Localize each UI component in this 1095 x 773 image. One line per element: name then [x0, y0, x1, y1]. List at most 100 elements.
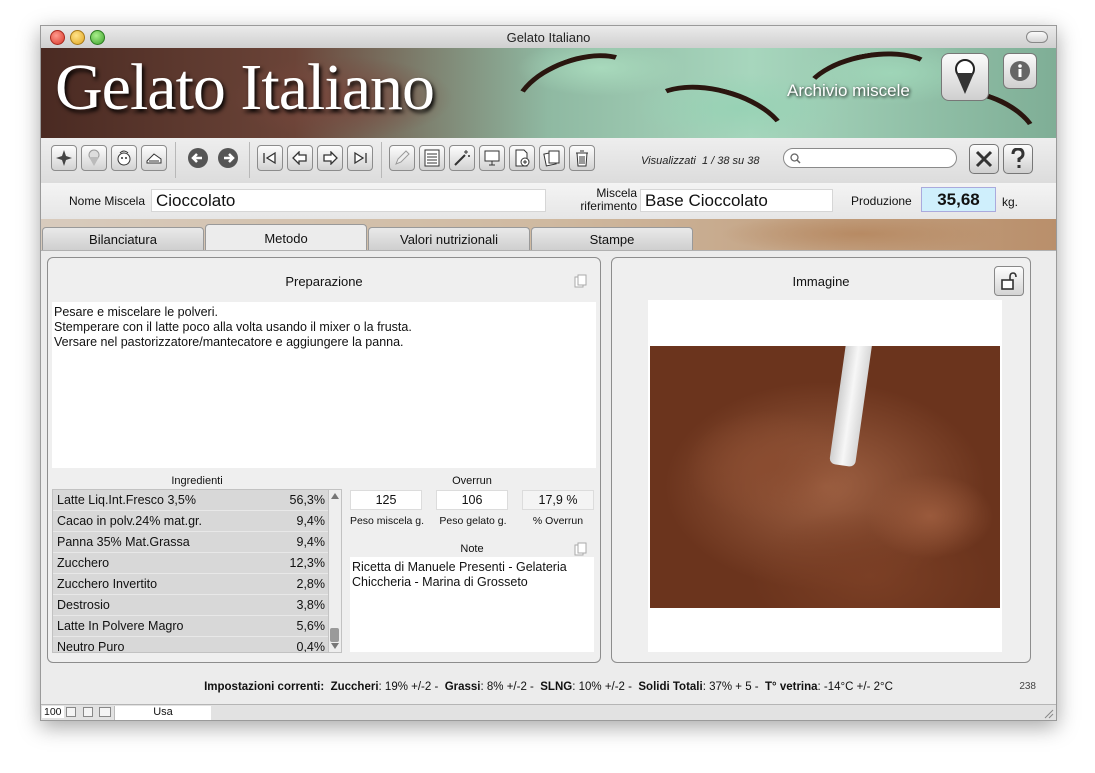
previous-record-button[interactable] — [287, 145, 313, 171]
search-field[interactable] — [783, 148, 957, 168]
reference-field[interactable]: Base Cioccolato — [640, 189, 833, 212]
next-record-button[interactable] — [317, 145, 343, 171]
search-input[interactable] — [806, 151, 950, 167]
next-record-icon — [323, 151, 338, 165]
first-record-icon — [263, 151, 276, 165]
list-icon — [424, 149, 440, 167]
ingredients-scrollbar[interactable] — [328, 490, 341, 652]
notes-line: Ricetta di Manuele Presenti - Gelateria — [352, 560, 567, 574]
production-label: Produzione — [851, 194, 912, 208]
arrow-right-icon — [218, 148, 238, 168]
gelato-photo — [650, 346, 1000, 608]
gelato-weight-label: Peso gelato g. — [439, 515, 507, 527]
list-item[interactable]: Latte Liq.Int.Fresco 3,5% 56,3% — [53, 490, 341, 511]
list-item[interactable]: Zucchero 12,3% — [53, 553, 341, 574]
current-settings: Impostazioni correnti: Zuccheri: 19% +/-… — [204, 681, 893, 693]
ingredients-title: Ingredienti — [171, 475, 223, 487]
zoom-level[interactable]: 100 — [42, 706, 64, 718]
list-item[interactable]: Cacao in polv.24% mat.gr. 9,4% — [53, 511, 341, 532]
scroll-down-icon[interactable] — [331, 643, 339, 649]
edit-record-button[interactable] — [389, 145, 415, 171]
help-button[interactable] — [1003, 144, 1033, 174]
mix-weight-field[interactable]: 125 — [350, 490, 422, 510]
overrun-label: % Overrun — [532, 515, 584, 527]
chef-face-icon — [117, 150, 131, 166]
preview-button[interactable] — [479, 145, 505, 171]
record-fields: Nome Miscela Cioccolato Miscela riferimen… — [41, 183, 1056, 219]
arrow-left-icon — [188, 148, 208, 168]
gelato-weight-field[interactable]: 106 — [436, 490, 508, 510]
info-icon — [1010, 61, 1030, 81]
method-tab-content: Preparazione Pesare e miscelare le polve… — [41, 250, 1056, 671]
scroll-up-icon[interactable] — [331, 493, 339, 499]
magic-wand-button[interactable] — [449, 145, 475, 171]
tools-icon — [975, 150, 993, 168]
list-item[interactable]: Destrosio 3,8% — [53, 595, 341, 616]
zoom-out-button[interactable] — [66, 707, 76, 717]
resize-grip-icon[interactable] — [1044, 709, 1054, 719]
notes-text[interactable]: Ricetta di Manuele Presenti - Gelateria … — [350, 557, 594, 652]
search-icon — [790, 153, 801, 164]
tab-stampe[interactable]: Stampe — [531, 227, 693, 250]
image-title: Immagine — [792, 274, 850, 289]
preparation-title: Preparazione — [285, 274, 363, 289]
section-title: Archivio miscele — [787, 81, 910, 100]
production-field[interactable]: 35,68 — [921, 187, 996, 212]
compass-icon — [56, 150, 72, 166]
preparation-panel: Preparazione Pesare e miscelare le polve… — [47, 257, 601, 663]
last-record-icon — [354, 151, 367, 165]
tab-valori-nutrizionali[interactable]: Valori nutrizionali — [368, 227, 530, 250]
list-item[interactable]: Panna 35% Mat.Grassa 9,4% — [53, 532, 341, 553]
scroll-thumb[interactable] — [330, 628, 339, 642]
status-toggle-button[interactable] — [99, 707, 111, 717]
list-item[interactable]: Neutro Puro 0,4% — [53, 637, 341, 652]
preparation-line: Pesare e miscelare le polveri. — [54, 305, 218, 319]
list-view-button[interactable] — [419, 145, 445, 171]
duplicate-record-button[interactable] — [539, 145, 565, 171]
tab-metodo[interactable]: Metodo — [205, 224, 367, 251]
list-item[interactable]: Latte In Polvere Magro 5,6% — [53, 616, 341, 637]
help-icon — [1011, 148, 1025, 168]
chef-button[interactable] — [111, 145, 137, 171]
magic-wand-icon — [454, 150, 470, 166]
notes-title: Note — [460, 543, 484, 555]
bottom-bar: 100 Usa — [41, 704, 1056, 720]
copy-icon[interactable] — [574, 274, 588, 288]
compass-button[interactable] — [51, 145, 77, 171]
name-field[interactable]: Cioccolato — [151, 189, 546, 212]
cone-tool-button[interactable] — [81, 145, 107, 171]
copy-icon[interactable] — [574, 542, 588, 556]
reference-label: Miscela riferimento — [580, 186, 637, 213]
cake-button[interactable] — [141, 145, 167, 171]
previous-record-icon — [292, 151, 307, 165]
preparation-line: Stemperare con il latte poco alla volta … — [54, 320, 412, 334]
list-item[interactable]: Zucchero Invertito 2,8% — [53, 574, 341, 595]
add-document-icon — [515, 149, 530, 167]
ingredients-list[interactable]: Latte Liq.Int.Fresco 3,5% 56,3% Cacao in … — [52, 489, 342, 653]
unlock-button[interactable] — [994, 266, 1024, 296]
last-record-button[interactable] — [347, 145, 373, 171]
app-window: Gelato Italiano Gelato Italiano Archivio… — [40, 25, 1057, 721]
forward-button[interactable] — [215, 145, 241, 171]
toolbar-toggle-button[interactable] — [1026, 31, 1048, 43]
gelato-cone-button[interactable] — [941, 53, 989, 101]
delete-record-button[interactable] — [569, 145, 595, 171]
tab-bilanciatura[interactable]: Bilanciatura — [42, 227, 204, 250]
tab-bar: Bilanciatura Metodo Valori nutrizionali … — [41, 219, 1056, 251]
notes-line: Chiccheria - Marina di Grosseto — [352, 575, 528, 589]
records-viewed: Visualizzati 1 / 38 su 38 — [641, 155, 760, 167]
preparation-text[interactable]: Pesare e miscelare le polveri. Stemperar… — [52, 302, 596, 468]
image-panel: Immagine — [611, 257, 1031, 663]
zoom-in-button[interactable] — [83, 707, 93, 717]
cone-icon — [88, 149, 100, 166]
name-label: Nome Miscela — [69, 194, 146, 208]
overrun-percent: 17,9 % — [522, 490, 594, 510]
new-record-button[interactable] — [509, 145, 535, 171]
monitor-icon — [484, 150, 500, 166]
back-button[interactable] — [185, 145, 211, 171]
first-record-button[interactable] — [257, 145, 283, 171]
header-banner: Gelato Italiano Archivio miscele — [41, 48, 1056, 138]
image-container[interactable] — [648, 300, 1002, 652]
settings-button[interactable] — [969, 144, 999, 174]
info-button[interactable] — [1003, 53, 1037, 89]
